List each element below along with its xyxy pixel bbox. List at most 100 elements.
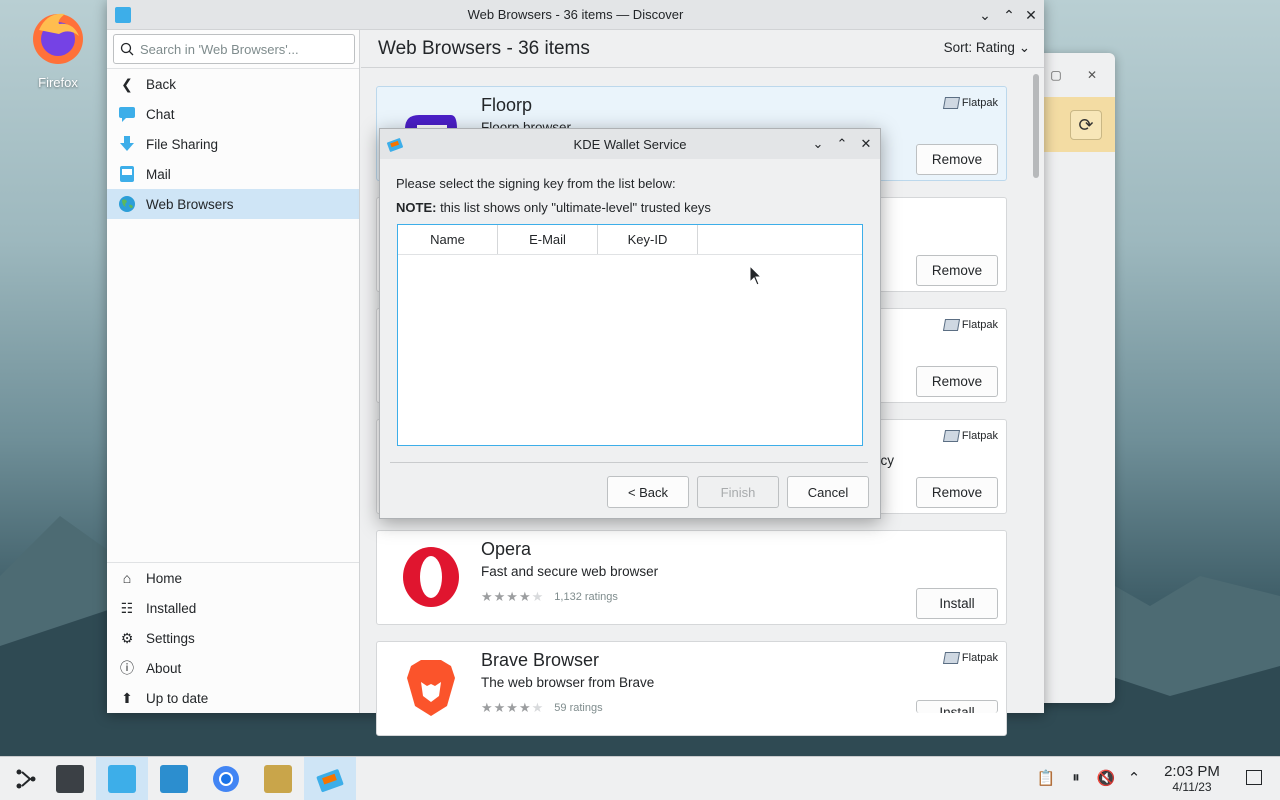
- search-field[interactable]: [113, 34, 355, 64]
- window-title: Web Browsers - 36 items — Discover: [467, 7, 684, 22]
- sidebar-item-about[interactable]: ⓘ About: [107, 653, 359, 683]
- desktop-icon-label: Firefox: [38, 75, 78, 90]
- clipboard-icon[interactable]: 📋: [1036, 769, 1056, 789]
- content-header: Web Browsers - 36 items Sort: Rating ⌄: [361, 30, 1044, 68]
- chat-icon: [118, 105, 136, 123]
- close-icon[interactable]: ✕: [1021, 5, 1041, 25]
- sidebar-item-label: Web Browsers: [146, 196, 234, 212]
- folder-icon: [160, 765, 188, 793]
- taskbar-discover[interactable]: [96, 757, 148, 800]
- kde-wallet-dialog: KDE Wallet Service ⌄ ⌃ ✕ Please select t…: [379, 128, 881, 519]
- flatpak-icon: [942, 430, 960, 442]
- install-button[interactable]: Install: [916, 700, 998, 713]
- chevron-down-icon: ⌄: [1018, 40, 1030, 55]
- close-icon[interactable]: ✕: [1084, 67, 1100, 83]
- chevron-up-icon[interactable]: ⌃: [1124, 769, 1144, 789]
- show-desktop-icon[interactable]: [1244, 768, 1264, 788]
- sidebar-item-up-to-date[interactable]: ⬆ Up to date: [107, 683, 359, 713]
- note-label: NOTE:: [396, 200, 437, 215]
- app-name: Brave Browser: [481, 650, 600, 670]
- app-card-brave[interactable]: Brave Browser The web browser from Brave…: [376, 641, 1007, 736]
- search-icon: [120, 42, 134, 56]
- taskbar-chromium[interactable]: [200, 757, 252, 800]
- app-source: Flatpak: [942, 652, 998, 664]
- sidebar-item-installed[interactable]: ☷ Installed: [107, 593, 359, 623]
- radio-app-icon: [264, 765, 292, 793]
- media-pause-icon[interactable]: ⏸: [1066, 769, 1086, 789]
- app-rating: ★★★★★ 1,132 ratings: [481, 589, 618, 605]
- finish-button[interactable]: Finish: [697, 476, 779, 508]
- sidebar-item-file-sharing[interactable]: File Sharing: [107, 129, 359, 159]
- home-icon: ⌂: [122, 570, 132, 586]
- app-rating: ★★★★★ 59 ratings: [481, 700, 603, 716]
- minimize-icon[interactable]: ⌄: [975, 5, 995, 25]
- maximize-icon[interactable]: ▢: [1048, 67, 1064, 83]
- scrollbar[interactable]: [1033, 74, 1039, 178]
- minimize-icon[interactable]: ⌄: [808, 134, 828, 154]
- app-name: Floorp: [481, 95, 533, 115]
- globe-icon: [118, 195, 136, 213]
- install-button[interactable]: Install: [916, 588, 998, 619]
- column-header-email[interactable]: E-Mail: [498, 225, 598, 254]
- sidebar-item-label: File Sharing: [146, 136, 219, 152]
- sidebar-item-web-browsers[interactable]: Web Browsers: [107, 189, 359, 219]
- app-description: The web browser from Brave: [481, 675, 655, 690]
- back-arrow-icon: ❮: [121, 75, 133, 92]
- sort-dropdown[interactable]: Sort: Rating ⌄: [944, 40, 1030, 56]
- discover-app-icon: [115, 7, 131, 23]
- maximize-icon[interactable]: ⌃: [832, 134, 852, 154]
- sidebar-item-mail[interactable]: Mail: [107, 159, 359, 189]
- taskbar-system-settings[interactable]: [44, 757, 96, 800]
- settings-icon: ⚙: [120, 629, 134, 646]
- category-nav: ❮ Back Chat File Sharing Mail Web Browse…: [107, 68, 359, 219]
- opera-logo-icon: [403, 547, 459, 607]
- sidebar-item-label: Back: [146, 76, 177, 92]
- remove-button[interactable]: Remove: [916, 477, 998, 508]
- taskbar-app[interactable]: [252, 757, 304, 800]
- dialog-titlebar[interactable]: KDE Wallet Service ⌄ ⌃ ✕: [380, 129, 880, 159]
- app-card-opera[interactable]: Opera Fast and secure web browser ★★★★★ 1…: [376, 530, 1007, 625]
- dialog-note: NOTE: this list shows only "ultimate-lev…: [396, 200, 711, 215]
- column-header-name[interactable]: Name: [398, 225, 498, 254]
- volume-muted-icon[interactable]: 🔇: [1096, 769, 1116, 789]
- rating-count: 59 ratings: [554, 702, 603, 714]
- kwallet-icon: [386, 138, 404, 152]
- kwallet-icon: [316, 769, 344, 793]
- sidebar-item-chat[interactable]: Chat: [107, 99, 359, 129]
- sidebar-item-home[interactable]: ⌂ Home: [107, 563, 359, 593]
- app-source: Flatpak: [942, 97, 998, 109]
- close-icon[interactable]: ✕: [856, 134, 876, 154]
- remove-button[interactable]: Remove: [916, 255, 998, 286]
- sidebar-item-label: Mail: [146, 166, 171, 182]
- rating-stars-icon: ★★★★★: [481, 589, 545, 604]
- remove-button[interactable]: Remove: [916, 366, 998, 397]
- window-titlebar[interactable]: Web Browsers - 36 items — Discover ⌄ ⌃ ✕: [107, 0, 1044, 30]
- taskbar-kwallet[interactable]: [304, 757, 356, 800]
- sidebar: ❮ Back Chat File Sharing Mail Web Browse…: [107, 30, 360, 713]
- taskbar: 📋 ⏸ 🔇 ⌃ 2:03 PM 4/11/23: [0, 756, 1280, 800]
- launcher-icon: [16, 769, 36, 789]
- maximize-icon[interactable]: ⌃: [999, 5, 1019, 25]
- update-icon: ⬆: [121, 689, 133, 706]
- file-sharing-icon: [118, 135, 136, 153]
- discover-icon: [108, 765, 136, 793]
- installed-icon: ☷: [120, 599, 134, 616]
- cancel-button[interactable]: Cancel: [787, 476, 869, 508]
- sidebar-item-label: Chat: [146, 106, 175, 122]
- column-header-key-id[interactable]: Key-ID: [598, 225, 698, 254]
- reload-icon[interactable]: ⟳: [1070, 110, 1102, 140]
- rating-stars-icon: ★★★★★: [481, 700, 545, 715]
- taskbar-file-manager[interactable]: [148, 757, 200, 800]
- flatpak-icon: [942, 97, 960, 109]
- sidebar-item-label: Home: [146, 570, 183, 586]
- sidebar-item-back[interactable]: ❮ Back: [107, 69, 359, 99]
- info-icon: ⓘ: [120, 660, 134, 676]
- remove-button[interactable]: Remove: [916, 144, 998, 175]
- system-clock[interactable]: 2:03 PM 4/11/23: [1152, 763, 1232, 794]
- sidebar-item-settings[interactable]: ⚙ Settings: [107, 623, 359, 653]
- signing-key-list[interactable]: Name E-Mail Key-ID: [397, 224, 863, 446]
- key-list-header: Name E-Mail Key-ID: [398, 225, 862, 255]
- search-input[interactable]: [140, 41, 350, 57]
- desktop-firefox-shortcut[interactable]: Firefox: [22, 8, 94, 90]
- back-button[interactable]: < Back: [607, 476, 689, 508]
